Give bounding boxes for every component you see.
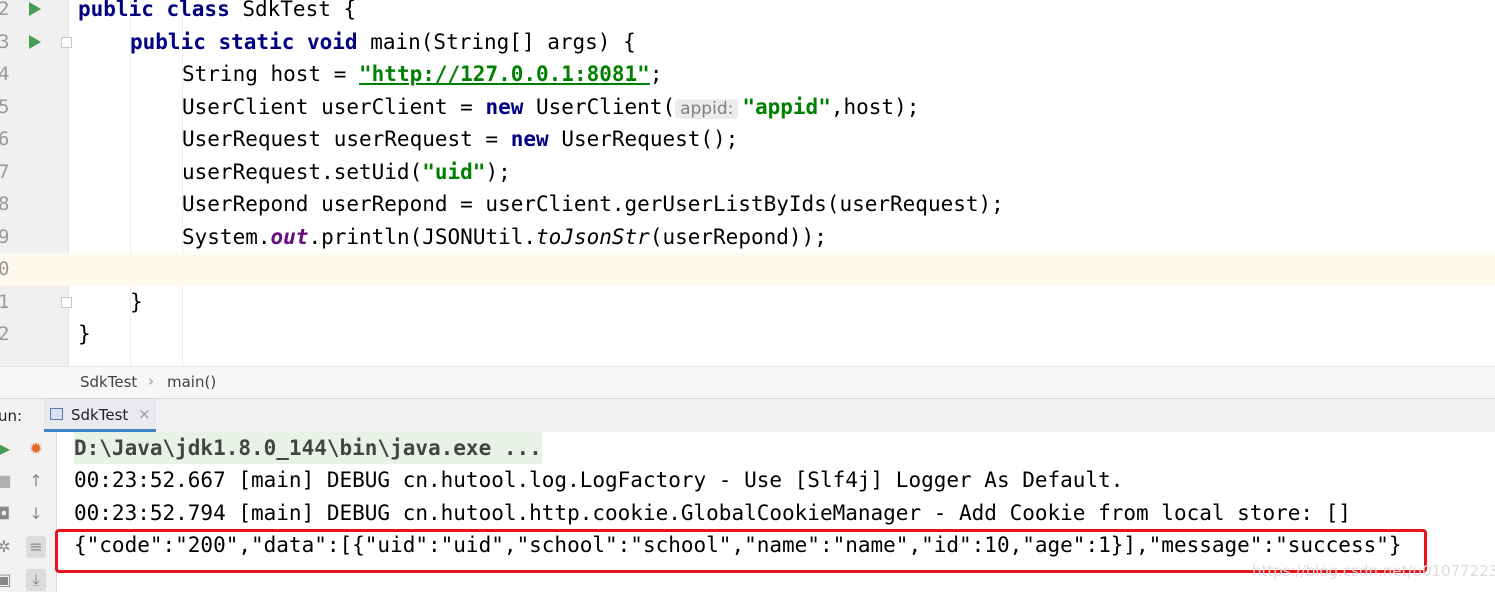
line-number: 4 [0, 63, 10, 85]
code-segment: UserClient( [523, 95, 676, 119]
fold-icon[interactable] [61, 297, 72, 308]
code-text: } [78, 322, 91, 346]
keyword: new [485, 95, 524, 119]
code-line[interactable]: 2 } [0, 318, 1495, 351]
keyword: public static void [130, 30, 358, 54]
annotation-highlight-box [55, 529, 1427, 573]
code-text: UserRepond userRepond = userClient.gerUs… [182, 192, 1004, 216]
close-icon[interactable]: × [138, 405, 151, 423]
run-tool-window-header: un: SdkTest × [0, 398, 1495, 433]
watermark: https://blog.csdn.net/u010772230 [1252, 562, 1495, 580]
static-method: toJsonStr [536, 225, 650, 249]
static-field: out [270, 225, 309, 249]
code-segment: main(String[] args) { [357, 30, 636, 54]
code-segment: UserRequest userRequest = [182, 127, 511, 151]
run-gutter-icon[interactable] [29, 35, 41, 49]
console-tab-icon [50, 408, 63, 420]
code-line[interactable]: 2 public class SdkTest { [0, 0, 1495, 26]
soft-wrap-icon[interactable]: ≡ [26, 536, 46, 558]
line-number: 1 [0, 291, 10, 313]
code-text: String host = "http://127.0.0.1:8081"; [182, 58, 662, 90]
scroll-to-end-icon[interactable]: ⤓ [26, 569, 46, 591]
code-line[interactable]: 5 UserClient userClient = new UserClient… [0, 91, 1495, 124]
tab-label: SdkTest [71, 406, 129, 424]
code-line-current[interactable]: 0 [0, 253, 1495, 286]
fold-icon[interactable] [61, 37, 72, 48]
breadcrumb-separator: › [148, 372, 154, 390]
code-line[interactable]: 1 } [0, 286, 1495, 319]
code-line[interactable]: 7 userRequest.setUid("uid"); [0, 156, 1495, 189]
breadcrumb-method[interactable]: main() [167, 373, 216, 391]
code-segment: ); [485, 160, 511, 184]
run-gutter-icon[interactable] [29, 2, 41, 16]
line-number: 6 [0, 128, 10, 150]
string-literal: "uid" [422, 160, 486, 184]
console-line: 00:23:52.667 [main] DEBUG cn.hutool.log.… [74, 468, 1124, 492]
parameter-hint: appid: [675, 99, 739, 119]
code-segment: String host = [182, 62, 360, 86]
code-text: UserClient userClient = new UserClient(a… [182, 91, 919, 125]
rerun-icon[interactable]: ▶ [0, 438, 14, 460]
code-segment: UserRequest(); [548, 127, 739, 151]
stop-icon[interactable]: ■ [0, 470, 14, 492]
layout-icon[interactable]: ▣ [0, 569, 14, 591]
code-text: } [130, 290, 143, 314]
code-segment: ; [649, 62, 663, 86]
code-segment: ,host); [830, 95, 920, 119]
camera-icon[interactable]: ◘ [0, 503, 14, 525]
breadcrumb-class[interactable]: SdkTest [80, 373, 137, 391]
code-text: System.out.println(JSONUtil.toJsonStr(us… [182, 221, 827, 253]
string-literal[interactable]: "http://127.0.0.1:8081" [359, 62, 650, 86]
code-segment: (userRepond)); [649, 225, 827, 249]
line-number: 3 [0, 31, 10, 53]
code-line[interactable]: 3 public static void main(String[] args)… [0, 26, 1495, 59]
line-number: 5 [0, 96, 10, 118]
code-segment: SdkTest { [229, 0, 357, 21]
code-line[interactable]: 9 System.out.println(JSONUtil.toJsonStr(… [0, 221, 1495, 254]
code-segment: System. [182, 225, 271, 249]
line-number: 2 [0, 0, 10, 20]
keyword: public class [78, 0, 230, 21]
breadcrumb: SdkTest › main() [0, 366, 1495, 398]
line-number: 9 [0, 226, 10, 248]
code-line[interactable]: 6 UserRequest userRequest = new UserRequ… [0, 123, 1495, 156]
debug-icon[interactable]: ✹ [26, 438, 46, 460]
keyword: new [510, 127, 549, 151]
code-text: public static void main(String[] args) { [130, 26, 636, 58]
settings-icon[interactable]: ✲ [0, 536, 14, 558]
console-line: 00:23:52.794 [main] DEBUG cn.hutool.http… [74, 501, 1351, 525]
code-line[interactable]: 4 String host = "http://127.0.0.1:8081"; [0, 58, 1495, 91]
line-number: 8 [0, 193, 10, 215]
code-editor[interactable]: 2 public class SdkTest { 3 public static… [0, 0, 1495, 366]
code-line[interactable]: 8 UserRepond userRepond = userClient.ger… [0, 188, 1495, 221]
code-text: UserRequest userRequest = new UserReques… [182, 123, 738, 155]
code-segment: userRequest.setUid( [182, 160, 423, 184]
run-label: un: [0, 407, 23, 425]
scroll-up-icon[interactable]: ↑ [26, 470, 46, 492]
code-segment: .println(JSONUtil. [308, 225, 537, 249]
line-number: 2 [0, 323, 10, 345]
string-literal: "appid" [742, 95, 831, 119]
console-toolbar: ▶ ✹ ■ ↑ ◘ ↓ ✲ ≡ ▣ ⤓ [0, 432, 57, 592]
code-segment: UserClient userClient = [182, 95, 486, 119]
console-command-line[interactable]: D:\Java\jdk1.8.0_144\bin\java.exe ... [74, 432, 542, 464]
scroll-down-icon[interactable]: ↓ [26, 503, 46, 525]
line-number: 7 [0, 161, 10, 183]
code-text: public class SdkTest { [78, 0, 356, 25]
code-text: userRequest.setUid("uid"); [182, 156, 511, 188]
tab-sdktest[interactable]: SdkTest × [44, 399, 156, 432]
line-number: 0 [0, 258, 10, 280]
